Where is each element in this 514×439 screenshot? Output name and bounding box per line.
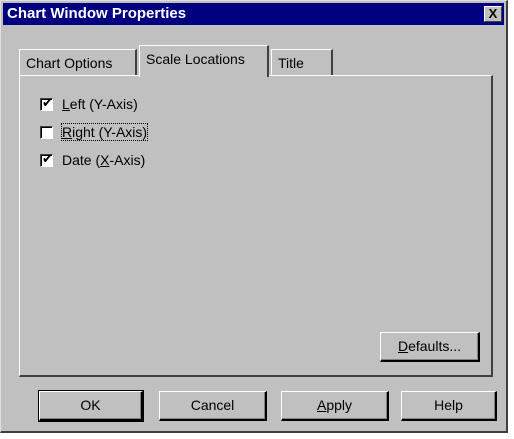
- window-title: Chart Window Properties: [7, 5, 187, 22]
- title-bar[interactable]: Chart Window Properties X: [3, 3, 504, 25]
- check-mark-icon: ✔: [42, 94, 53, 110]
- date-x-axis-option[interactable]: ✔ Date (X-Axis): [40, 150, 145, 170]
- properties-dialog: Chart Window Properties X Chart Options …: [0, 0, 508, 433]
- left-y-axis-checkbox[interactable]: ✔: [40, 94, 53, 111]
- tab-label: Scale Locations: [146, 51, 245, 67]
- ok-button[interactable]: OK: [38, 390, 144, 422]
- tab-title[interactable]: Title: [271, 49, 333, 75]
- close-icon[interactable]: X: [484, 6, 502, 22]
- tab-chart-options[interactable]: Chart Options: [19, 49, 137, 75]
- right-y-axis-option[interactable]: Right (Y-Axis): [40, 122, 149, 142]
- left-y-axis-option[interactable]: ✔ Left (Y-Axis): [40, 94, 138, 114]
- right-y-axis-label: Right (Y-Axis): [60, 123, 149, 141]
- check-mark-icon: ✔: [42, 150, 53, 166]
- defaults-button[interactable]: Defaults...: [380, 332, 480, 362]
- date-x-axis-label: Date (X-Axis): [62, 152, 146, 168]
- tab-scale-locations[interactable]: Scale Locations: [139, 45, 269, 77]
- scale-locations-panel: ✔ Left (Y-Axis) Right (Y-Axis) ✔ Date (X…: [19, 75, 493, 377]
- apply-button[interactable]: Apply: [281, 391, 389, 421]
- date-x-axis-checkbox[interactable]: ✔: [40, 150, 53, 167]
- help-button[interactable]: Help: [401, 391, 497, 421]
- cancel-button[interactable]: Cancel: [159, 391, 267, 421]
- right-y-axis-checkbox[interactable]: [40, 125, 53, 139]
- tab-label: Chart Options: [26, 55, 113, 71]
- left-y-axis-label: Left (Y-Axis): [62, 96, 138, 112]
- tab-label: Title: [278, 55, 304, 71]
